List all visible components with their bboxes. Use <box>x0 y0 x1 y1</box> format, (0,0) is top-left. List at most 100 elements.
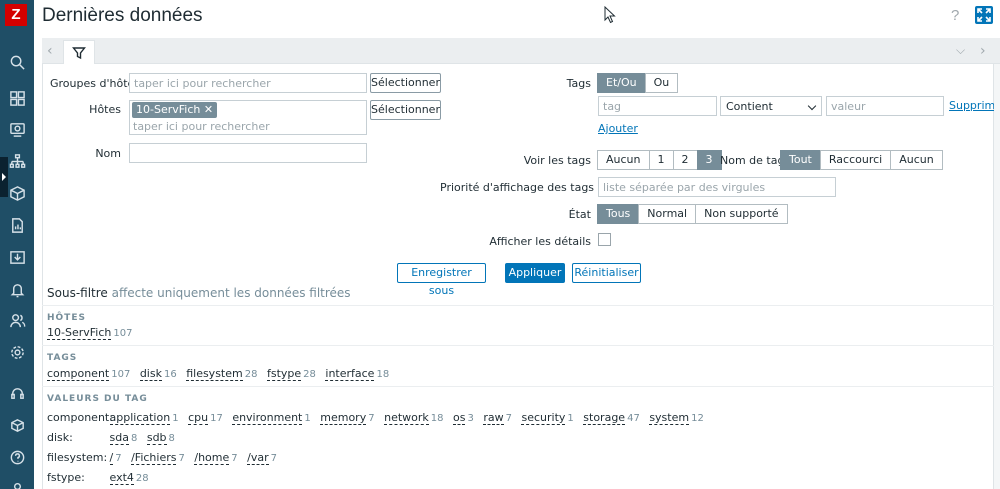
divider <box>42 345 994 346</box>
tag-name-input[interactable]: tag <box>598 96 717 116</box>
show-tags-toggle: Aucun 1 2 3 <box>597 150 722 170</box>
chip-remove-icon[interactable]: ✕ <box>204 103 213 116</box>
tag-name-none[interactable]: Aucun <box>890 150 943 170</box>
subfilter-item[interactable]: /var 7 <box>247 451 277 465</box>
host-chip[interactable]: 10-ServFich ✕ <box>132 102 218 118</box>
state-toggle: Tous Normal Non supporté <box>597 204 788 224</box>
tag-values-label: component: <box>47 411 113 424</box>
show-tags-label: Voir les tags <box>523 154 591 167</box>
host-groups-input[interactable]: taper ici pour rechercher <box>129 73 367 93</box>
show-tags-none[interactable]: Aucun <box>597 150 650 170</box>
page-scrollbar[interactable] <box>994 64 1000 489</box>
subfilter-tags-heading: TAGS <box>47 353 78 363</box>
hosts-select-button[interactable]: Sélectionner <box>370 100 441 120</box>
subfilter-item[interactable]: raw 7 <box>483 411 512 425</box>
alerts-icon[interactable] <box>0 277 34 301</box>
state-not-supported[interactable]: Non supporté <box>695 204 788 224</box>
show-tags-1[interactable]: 1 <box>648 150 674 170</box>
operator-and-or[interactable]: Et/Ou <box>597 73 646 93</box>
tag-values-label: fstype: <box>47 471 85 484</box>
chevron-right-icon[interactable]: › <box>980 43 986 59</box>
show-tags-3[interactable]: 3 <box>696 150 722 170</box>
help-icon[interactable] <box>0 445 34 469</box>
host-groups-select-button[interactable]: Sélectionner <box>370 73 441 93</box>
subfilter-hosts-row: 10-ServFich 107 <box>47 326 138 340</box>
reports-icon[interactable] <box>0 213 34 237</box>
tag-values-row-filesystem: filesystem: /7 /Fichiers 7 /home 7 /var 7 <box>47 451 283 465</box>
subfilter-heading: Sous-filtre <box>47 286 108 300</box>
dashboard-icon[interactable] <box>0 86 34 110</box>
tag-remove-link[interactable]: Supprimer <box>949 99 1000 112</box>
tag-name-all[interactable]: Tout <box>780 150 821 170</box>
search-icon[interactable] <box>0 50 34 74</box>
operator-or[interactable]: Ou <box>644 73 679 93</box>
subfilter-item[interactable]: ext4 28 <box>109 471 149 485</box>
support-icon[interactable] <box>0 381 34 405</box>
subfilter-item[interactable]: filesystem 28 <box>186 367 257 381</box>
show-tags-2[interactable]: 2 <box>672 150 698 170</box>
zabbix-logo[interactable]: Z <box>5 4 27 26</box>
show-details-checkbox[interactable] <box>598 233 611 246</box>
subfilter-item[interactable]: sda 8 <box>109 431 137 445</box>
tag-name-shortened[interactable]: Raccourci <box>819 150 892 170</box>
subfilter-item[interactable]: environment 1 <box>232 411 311 425</box>
monitoring-icon[interactable] <box>0 117 34 141</box>
state-label: État <box>568 208 591 221</box>
subfilter-item[interactable]: application 1 <box>109 411 179 425</box>
subfilter-item[interactable]: component 107 <box>47 367 130 381</box>
subfilter-item[interactable]: /Fichiers 7 <box>131 451 185 465</box>
inventory-icon[interactable] <box>0 181 34 205</box>
hierarchy-icon[interactable] <box>0 149 34 173</box>
tag-priority-input[interactable]: liste séparée par des virgules <box>598 177 836 197</box>
subfilter-item[interactable]: /7 <box>109 451 122 465</box>
divider <box>42 305 994 306</box>
tag-values-label: filesystem: <box>47 451 108 464</box>
state-normal[interactable]: Normal <box>638 204 697 224</box>
subfilter-item[interactable]: 10-ServFich 107 <box>47 326 132 340</box>
help-question-icon[interactable]: ? <box>951 7 959 24</box>
subfilter-item[interactable]: fstype 28 <box>266 367 316 381</box>
state-all[interactable]: Tous <box>597 204 640 224</box>
subfilter-item[interactable]: os 3 <box>453 411 474 425</box>
subfilter-item[interactable]: network 18 <box>384 411 444 425</box>
name-input[interactable] <box>129 143 367 163</box>
page-header: Dernières données ? <box>34 0 1000 33</box>
hosts-placeholder: taper ici pour rechercher <box>133 120 270 133</box>
tag-condition-select[interactable]: Contient <box>720 96 822 116</box>
integrations-icon[interactable] <box>0 413 34 437</box>
subfilter-title: Sous-filtre affecte uniquement les donné… <box>47 286 351 300</box>
subfilter-item[interactable]: storage 47 <box>583 411 640 425</box>
subfilter-item[interactable]: /home 7 <box>194 451 238 465</box>
reset-button[interactable]: Réinitialiser <box>572 263 641 283</box>
mouse-cursor-icon <box>604 5 616 27</box>
subfilter-item[interactable]: system 12 <box>649 411 704 425</box>
subfilter-item[interactable]: security 1 <box>521 411 574 425</box>
name-label: Nom <box>95 147 121 160</box>
subfilter-item[interactable]: cpu 17 <box>188 411 223 425</box>
subfilter-item[interactable]: sdb 8 <box>146 431 175 445</box>
subfilter-item[interactable]: memory 7 <box>320 411 375 425</box>
tag-value-input[interactable]: valeur <box>826 96 944 116</box>
tag-name-toggle: Tout Raccourci Aucun <box>780 150 943 170</box>
subfilter-item[interactable]: interface 18 <box>325 367 389 381</box>
tag-add-link[interactable]: Ajouter <box>598 122 638 135</box>
filter-icon <box>72 47 86 60</box>
tag-values-label: disk: <box>47 431 73 444</box>
page-title: Dernières données <box>42 5 203 26</box>
divider <box>42 386 994 387</box>
chevron-left-icon[interactable]: ‹ <box>47 43 53 59</box>
save-as-button[interactable]: Enregistrer sous <box>397 263 486 297</box>
chevron-down-icon[interactable]: ⌵ <box>956 43 965 58</box>
sidebar: Z <box>0 0 34 489</box>
users-icon[interactable] <box>0 308 34 332</box>
settings-icon[interactable] <box>0 340 34 364</box>
user-icon[interactable] <box>0 474 34 489</box>
subfilter-note: affecte uniquement les données filtrées <box>111 286 351 300</box>
fullscreen-icon[interactable] <box>975 6 993 24</box>
tag-values-row-fstype: fstype: ext4 28 <box>47 471 155 485</box>
filter-tab[interactable] <box>63 40 95 65</box>
subfilter-tags-row: component 107 disk 16 filesystem 28 fstype 2… <box>47 367 395 381</box>
apply-button[interactable]: Appliquer <box>505 263 565 283</box>
subfilter-item[interactable]: disk 16 <box>139 367 177 381</box>
data-collection-icon[interactable] <box>0 245 34 269</box>
